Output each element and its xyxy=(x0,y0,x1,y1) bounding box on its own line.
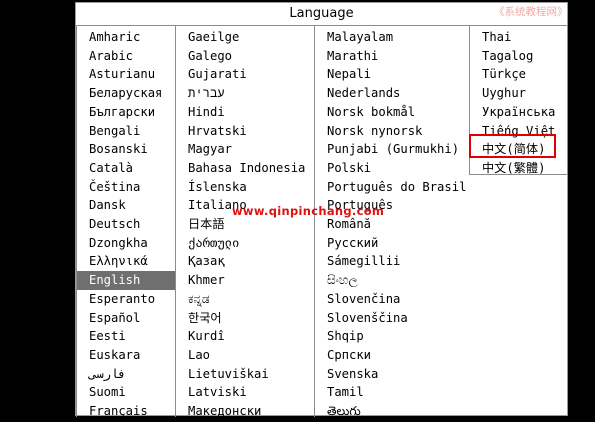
language-item[interactable]: Punjabi (Gurmukhi) xyxy=(315,140,469,159)
language-item[interactable]: Slovenščina xyxy=(315,309,469,328)
language-item[interactable]: Tamil xyxy=(315,383,469,402)
language-item[interactable]: Bahasa Indonesia xyxy=(176,159,314,178)
language-item[interactable]: Dansk xyxy=(77,196,175,215)
language-item[interactable]: Amharic xyxy=(77,28,175,47)
language-item[interactable]: Català xyxy=(77,159,175,178)
language-item[interactable]: Português do Brasil xyxy=(315,178,469,197)
language-item[interactable]: Українська xyxy=(470,103,567,122)
language-item[interactable]: Eesti xyxy=(77,327,175,346)
language-item[interactable]: Türkçe xyxy=(470,65,567,84)
language-item[interactable]: Српски xyxy=(315,346,469,365)
language-item[interactable]: Dzongkha xyxy=(77,234,175,253)
language-item[interactable]: 中文(繁體) xyxy=(470,159,567,174)
language-item[interactable]: తెలుగు xyxy=(315,402,469,417)
language-item[interactable]: 中文(简体) xyxy=(470,140,567,159)
language-item[interactable]: Lao xyxy=(176,346,314,365)
language-column-4: Thai Tagalog Türkçe Uyghur Українська Tiếng V… xyxy=(469,25,568,175)
language-item[interactable]: Norsk nynorsk xyxy=(315,122,469,141)
language-item[interactable]: Esperanto xyxy=(77,290,175,309)
language-item[interactable]: עברית xyxy=(176,84,314,103)
language-item[interactable]: Македонски xyxy=(176,402,314,417)
language-column-1: Amharic Arabic Asturianu Беларуская Българск… xyxy=(76,25,175,417)
language-item[interactable]: Bosanski xyxy=(77,140,175,159)
language-item[interactable]: Қазақ xyxy=(176,252,314,271)
language-item[interactable]: Arabic xyxy=(77,47,175,66)
language-item[interactable]: Marathi xyxy=(315,47,469,66)
language-item[interactable]: Polski xyxy=(315,159,469,178)
language-column-3: Malayalam Marathi Nepali Nederlands Norsk bo… xyxy=(314,25,469,417)
watermark-top: 《系统教程网》 xyxy=(494,6,568,18)
language-item[interactable]: Latviski xyxy=(176,383,314,402)
language-item[interactable]: Deutsch xyxy=(77,215,175,234)
language-item[interactable]: Malayalam xyxy=(315,28,469,47)
language-item[interactable]: ქართული xyxy=(176,234,314,253)
language-item[interactable]: Hindi xyxy=(176,103,314,122)
language-item[interactable]: Íslenska xyxy=(176,178,314,197)
language-item[interactable]: Nederlands xyxy=(315,84,469,103)
language-item[interactable]: Asturianu xyxy=(77,65,175,84)
language-item[interactable]: Gaeilge xyxy=(176,28,314,47)
watermark-mid: www.qinpinchang.com xyxy=(232,204,385,218)
language-column-2: Gaeilge Galego Gujarati עברית Hindi Hrvatski M… xyxy=(175,25,314,417)
language-item[interactable]: Nepali xyxy=(315,65,469,84)
language-item[interactable]: Sámegillii xyxy=(315,252,469,271)
language-item[interactable]: Čeština xyxy=(77,178,175,197)
language-item[interactable]: Български xyxy=(77,103,175,122)
language-item[interactable]: Gujarati xyxy=(176,65,314,84)
language-item[interactable]: Hrvatski xyxy=(176,122,314,141)
language-item[interactable]: Khmer xyxy=(176,271,314,290)
language-item[interactable]: ಕನ್ನಡ xyxy=(176,290,314,309)
language-item[interactable]: සිංහල xyxy=(315,271,469,290)
language-item[interactable]: فارسی xyxy=(77,365,175,384)
language-item[interactable]: Thai xyxy=(470,28,567,47)
language-item[interactable]: Русский xyxy=(315,234,469,253)
language-item[interactable]: Norsk bokmål xyxy=(315,103,469,122)
language-item[interactable]: Bengali xyxy=(77,122,175,141)
language-item[interactable]: Kurdî xyxy=(176,327,314,346)
language-item[interactable]: Tagalog xyxy=(470,47,567,66)
language-item[interactable]: English xyxy=(77,271,175,290)
language-item[interactable]: Magyar xyxy=(176,140,314,159)
status-bar xyxy=(0,417,595,422)
language-item[interactable]: Ελληνικά xyxy=(77,252,175,271)
language-item[interactable]: Lietuviškai xyxy=(176,365,314,384)
language-item[interactable]: 한국어 xyxy=(176,309,314,328)
language-item[interactable]: Suomi xyxy=(77,383,175,402)
language-item[interactable]: Shqip xyxy=(315,327,469,346)
language-item[interactable]: Español xyxy=(77,309,175,328)
language-item[interactable]: Tiếng Việt xyxy=(470,122,567,141)
language-item[interactable]: Uyghur xyxy=(470,84,567,103)
language-item[interactable]: Беларуская xyxy=(77,84,175,103)
language-item[interactable]: Français xyxy=(77,402,175,417)
language-item[interactable]: Euskara xyxy=(77,346,175,365)
language-item[interactable]: Slovenčina xyxy=(315,290,469,309)
language-item[interactable]: Svenska xyxy=(315,365,469,384)
language-item[interactable]: Galego xyxy=(176,47,314,66)
